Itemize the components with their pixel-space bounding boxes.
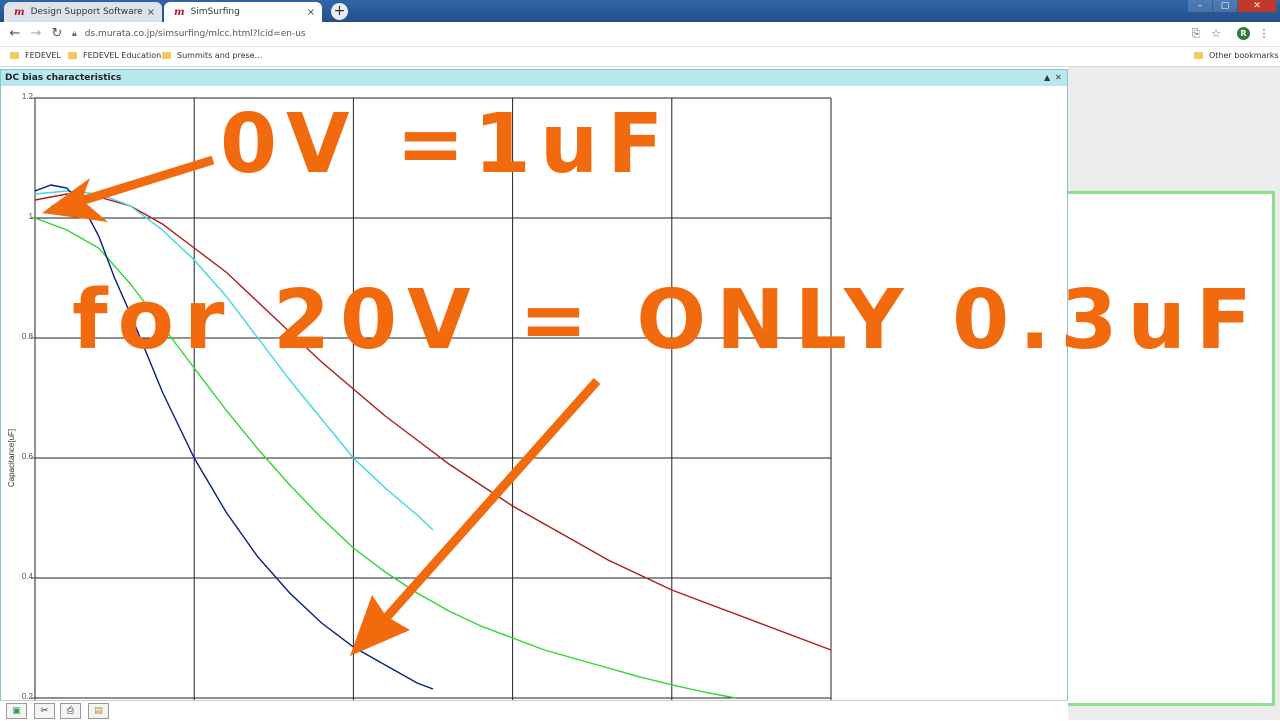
print-icon[interactable]: ⎙ [60, 703, 81, 719]
y-tick-label: 0.8 [22, 332, 34, 341]
close-window-icon[interactable]: ✕ [1238, 0, 1276, 12]
star-icon[interactable]: ☆ [1208, 25, 1224, 43]
window-controls: – ▢ ✕ [1187, 0, 1276, 14]
bottom-toolbar [0, 700, 1068, 721]
bookmark-label: Other bookmarks [1209, 51, 1279, 60]
export-icon[interactable]: ▤ [88, 703, 109, 719]
settings-icon[interactable]: ✂ [34, 703, 55, 719]
annotation-arrow-20v [350, 378, 601, 656]
translate-icon[interactable]: ⎘ [1188, 25, 1204, 43]
maximize-icon[interactable]: ▢ [1213, 0, 1237, 12]
folder-icon [1194, 52, 1203, 59]
menu-icon[interactable]: ⋮ [1256, 25, 1272, 43]
y-tick-label: 1 [29, 212, 34, 221]
avatar[interactable]: R [1237, 27, 1250, 40]
side-panel [1068, 191, 1275, 706]
y-axis-label: Capacitance[uF] [7, 429, 16, 487]
y-tick-label: 1.2 [22, 92, 34, 101]
minimize-icon[interactable]: – [1188, 0, 1212, 12]
report-icon[interactable]: ▣ [6, 703, 27, 719]
series-line-1 [35, 193, 832, 651]
annotation-0v: 0V =1uF [220, 97, 673, 192]
annotation-20v: for 20V = ONLY 0.3uF [72, 273, 1262, 368]
y-tick-label: 0.6 [22, 452, 34, 461]
other-bookmarks[interactable]: Other bookmarks [1194, 51, 1279, 60]
y-tick-label: 0.4 [22, 572, 34, 581]
